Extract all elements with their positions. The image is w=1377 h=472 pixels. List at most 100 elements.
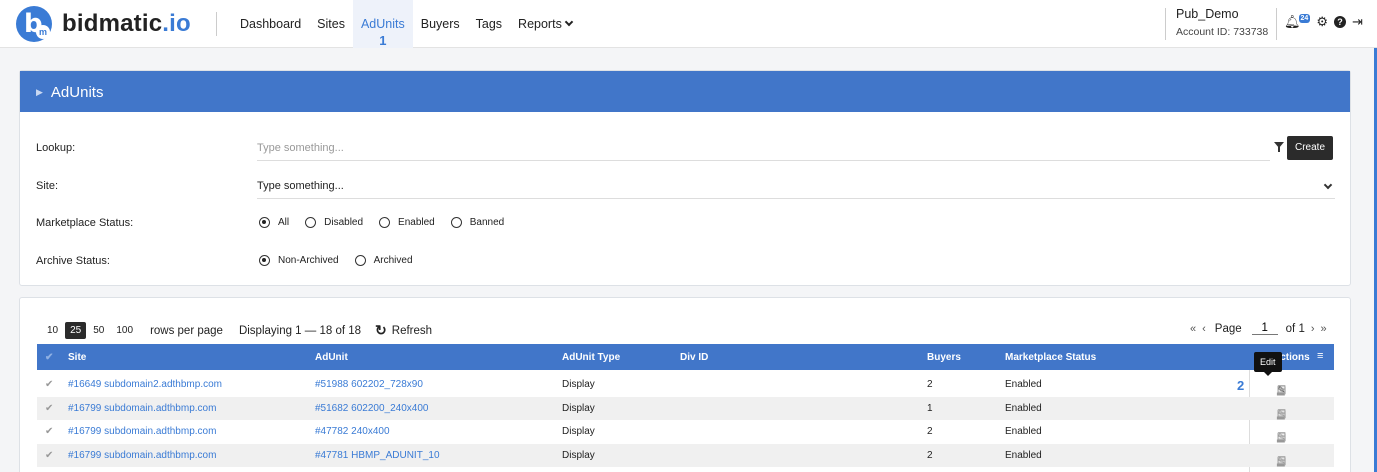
row-adunit-link[interactable]: #51682 602200_240x400 [315,403,428,414]
create-button[interactable]: Create [1287,136,1333,160]
page-label: Page [1214,322,1242,335]
row-status: Enabled [1005,449,1042,461]
table-row[interactable]: ✔ #16799 subdomain.adthbmp.com #47782 24… [37,420,1334,444]
account-name: Pub_Demo [1176,7,1239,21]
table-row[interactable]: ✔ #16799 subdomain.adthbmp.com #51682 60… [37,396,1334,420]
panel-header[interactable]: ▶ AdUnits [20,71,1350,112]
row-status: Enabled [1005,379,1042,390]
lookup-underline [257,160,1270,161]
nav-buyers[interactable]: Buyers [413,0,468,48]
gear-icon[interactable]: ⚙ [1316,14,1328,30]
row-type: Display [562,379,595,390]
nav-reports-label: Reports [518,17,562,31]
col-marketplace-status[interactable]: Marketplace Status [1005,352,1096,363]
filter-panel: ▶ AdUnits Lookup: Type something... Creat… [19,70,1351,286]
pager: « ‹ Page of 1 › » [1187,322,1330,335]
logo-text: bidmatic.io [62,10,191,38]
last-page-icon[interactable]: » [1321,323,1327,335]
row-buyers: 2 [927,379,933,390]
radio-banned[interactable]: Banned [450,217,505,228]
bell-icon[interactable]: 🔔︎24 [1284,14,1311,30]
row-check-icon[interactable]: ✔ [45,426,53,437]
archive-label: Archive Status: [36,255,110,267]
table-row[interactable]: ✔ #16799 subdomain.adthbmp.com #47781 HB… [37,443,1334,467]
archive-icon[interactable]: ▤ [1277,432,1286,443]
logo[interactable]: b m bidmatic.io [16,6,191,42]
chevron-down-icon[interactable] [1323,180,1333,190]
lookup-label: Lookup: [36,142,76,154]
radio-label: Enabled [398,217,435,228]
notification-badge: 24 [1298,14,1311,23]
columns-settings-icon[interactable]: ≡ [1317,350,1323,362]
next-page-icon[interactable]: › [1311,323,1315,335]
site-select[interactable]: Type something... [257,180,344,192]
row-site-link[interactable]: #16649 subdomain2.adthbmp.com [68,379,222,390]
rows-per-page-label: rows per page [150,324,223,337]
page-input[interactable] [1251,322,1278,335]
row-site-link[interactable]: #16799 subdomain.adthbmp.com [68,403,216,414]
radio-icon [259,217,270,228]
page-size-10[interactable]: 10 [42,322,63,339]
adunits-table-panel: 10 25 50 100 rows per page Displaying 1 … [19,297,1351,472]
refresh-button[interactable]: ↻ Refresh [375,322,432,339]
site-label: Site: [36,180,59,192]
account-info[interactable]: Pub_Demo Account ID: 733738 [1176,7,1268,38]
icons-divider [1276,8,1277,40]
header-icons: 🔔︎24 ⚙ ? ⇥ [1284,14,1363,30]
radio-archived[interactable]: Archived [354,255,413,266]
page-size-100[interactable]: 100 [111,322,138,339]
nav-reports[interactable]: Reports [510,0,580,48]
annotation-marker-2: 2 [1237,378,1245,393]
logo-icon: b m [16,6,52,42]
radio-label: Banned [469,217,505,228]
col-site[interactable]: Site [68,352,86,363]
nav-adunits[interactable]: AdUnits 1 [352,0,413,48]
panel-title: AdUnits [50,84,104,101]
radio-label: All [278,217,290,228]
row-site-link[interactable]: #16799 subdomain.adthbmp.com [68,426,216,437]
select-all-check-icon[interactable]: ✔ [45,352,53,363]
radio-non-archived[interactable]: Non-Archived [259,255,339,266]
col-adunit[interactable]: AdUnit [315,352,348,363]
marketplace-label: Marketplace Status: [36,217,134,229]
row-check-icon[interactable]: ✔ [45,450,53,461]
row-status: Enabled [1005,402,1042,414]
row-adunit-link[interactable]: #47782 240x400 [315,426,390,437]
archive-icon[interactable]: ▤ [1277,456,1286,467]
row-check-icon[interactable]: ✔ [45,379,53,390]
first-page-icon[interactable]: « [1190,323,1196,335]
archive-icon[interactable]: ▤ [1277,385,1286,396]
prev-page-icon[interactable]: ‹ [1202,323,1206,335]
radio-disabled[interactable]: Disabled [305,217,363,228]
radio-all[interactable]: All [259,217,289,228]
row-adunit-link[interactable]: #47781 HBMP_ADUNIT_10 [315,450,440,461]
archive-radio-group: Non-Archived Archived [259,255,429,266]
page-size-25[interactable]: 25 [65,322,87,339]
col-div-id[interactable]: Div ID [680,352,708,363]
brand-suffix: .io [162,10,191,37]
row-adunit-link[interactable]: #51988 602202_728x90 [315,379,423,390]
account-divider [1165,8,1166,40]
filter-icon[interactable] [1274,142,1284,152]
nav-dashboard[interactable]: Dashboard [232,0,309,48]
help-icon[interactable]: ? [1333,16,1346,28]
table-toolbar: 10 25 50 100 rows per page Displaying 1 … [42,322,432,339]
row-check-icon[interactable]: ✔ [45,403,53,414]
radio-icon [379,217,391,228]
radio-enabled[interactable]: Enabled [379,217,435,228]
table-row[interactable]: ✔ #16649 subdomain2.adthbmp.com #51988 6… [37,373,1334,397]
logout-icon[interactable]: ⇥ [1352,14,1363,30]
page-size-50[interactable]: 50 [88,322,109,339]
marketplace-radio-group: All Disabled Enabled Banned [259,217,520,228]
col-adunit-type[interactable]: AdUnit Type [562,352,620,363]
archive-icon[interactable]: ▤ [1277,409,1286,420]
nav-tags[interactable]: Tags [468,0,510,48]
radio-icon [259,255,270,266]
row-status: Enabled [1005,426,1042,437]
nav-sites[interactable]: Sites [309,0,353,48]
col-buyers[interactable]: Buyers [927,352,961,363]
lookup-input[interactable]: Type something... [257,142,344,154]
edit-tooltip: Edit [1254,352,1282,376]
table-header: ✔ Site AdUnit AdUnit Type Div ID Buyers … [37,344,1334,370]
row-site-link[interactable]: #16799 subdomain.adthbmp.com [68,450,216,461]
